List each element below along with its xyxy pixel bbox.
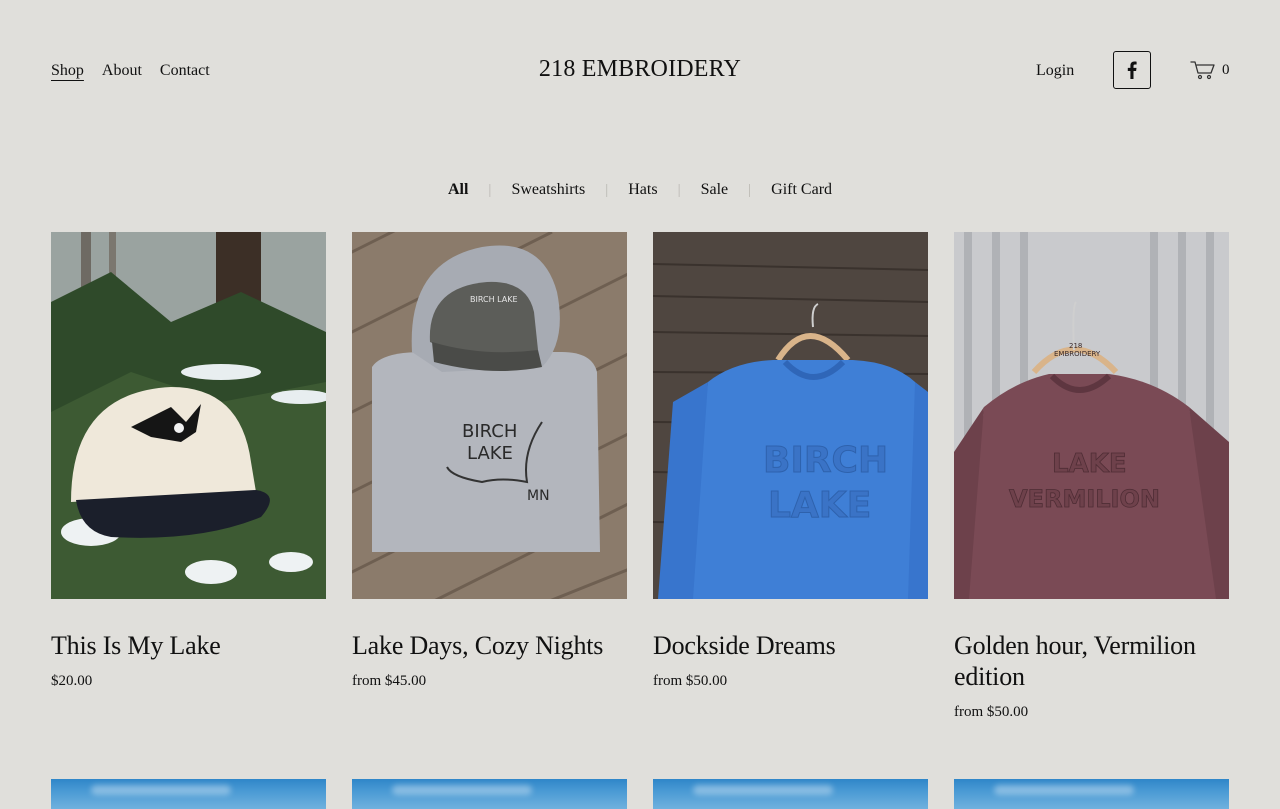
product-name[interactable]: Dockside Dreams: [653, 630, 928, 661]
cart-icon: [1190, 61, 1215, 80]
category-filter: All | Sweatshirts | Hats | Sale | Gift C…: [0, 179, 1280, 201]
category-hats[interactable]: Hats: [608, 179, 677, 201]
category-sweatshirts[interactable]: Sweatshirts: [491, 179, 605, 201]
category-all[interactable]: All: [428, 179, 488, 201]
product-name[interactable]: Golden hour, Vermilion edition: [954, 630, 1229, 692]
product-name[interactable]: Lake Days, Cozy Nights: [352, 630, 627, 661]
product-grid: This Is My Lake $20.00 BIRCH LAKE MN BIR…: [51, 232, 1229, 722]
product-card[interactable]: BIRCH LAKE MN BIRCH LAKE Lake Days, Cozy…: [352, 232, 627, 722]
hoodie-print-mn: MN: [527, 488, 550, 504]
product-image-birch-lake-hoodie[interactable]: BIRCH LAKE MN BIRCH LAKE: [352, 232, 627, 599]
product-price: from $50.00: [954, 704, 1029, 720]
product-image[interactable]: [51, 779, 326, 809]
product-card[interactable]: This Is My Lake $20.00: [51, 232, 326, 722]
sweatshirt-print-lake: LAKE: [768, 485, 871, 526]
hanger-print-218: 218: [1069, 342, 1082, 350]
category-sale[interactable]: Sale: [681, 179, 749, 201]
product-name[interactable]: This Is My Lake: [51, 630, 326, 661]
product-image[interactable]: [352, 779, 627, 809]
site-title[interactable]: 218 EMBROIDERY: [0, 56, 1280, 83]
cap-print-birch-lake: BIRCH LAKE: [470, 295, 518, 304]
product-image-vermilion-sweatshirt[interactable]: 218 EMBROIDERY LAKE VERMILION: [954, 232, 1229, 599]
facebook-icon: [1127, 61, 1137, 79]
sweatshirt-print-vermilion: VERMILION: [1009, 485, 1160, 513]
product-price: from $45.00: [352, 673, 427, 689]
hanger-print-embroidery: EMBROIDERY: [1054, 350, 1101, 358]
product-price: from $50.00: [653, 673, 728, 689]
product-image-loon-cap[interactable]: [51, 232, 326, 599]
hoodie-print-lake: LAKE: [467, 443, 513, 464]
product-image[interactable]: [954, 779, 1229, 809]
product-image-birch-lake-sweatshirt[interactable]: BIRCH LAKE: [653, 232, 928, 599]
sweatshirt-print-birch: BIRCH: [763, 440, 888, 481]
category-gift-card[interactable]: Gift Card: [751, 179, 852, 201]
product-image[interactable]: [653, 779, 928, 809]
product-price: $20.00: [51, 673, 93, 689]
hoodie-print-birch: BIRCH: [462, 421, 517, 442]
site-header: Shop About Contact 218 EMBROIDERY Login …: [0, 0, 1280, 140]
login-link[interactable]: Login: [1036, 60, 1074, 82]
product-card[interactable]: 218 EMBROIDERY LAKE VERMILION Golden hou…: [954, 232, 1229, 722]
cart-count: 0: [1222, 61, 1230, 78]
product-card[interactable]: BIRCH LAKE Dockside Dreams from $50.00: [653, 232, 928, 722]
product-grid-row-2: [51, 779, 1229, 809]
facebook-button[interactable]: [1113, 51, 1151, 89]
sweatshirt-print-lake: LAKE: [1052, 449, 1127, 479]
cart-button[interactable]: 0: [1190, 60, 1230, 80]
